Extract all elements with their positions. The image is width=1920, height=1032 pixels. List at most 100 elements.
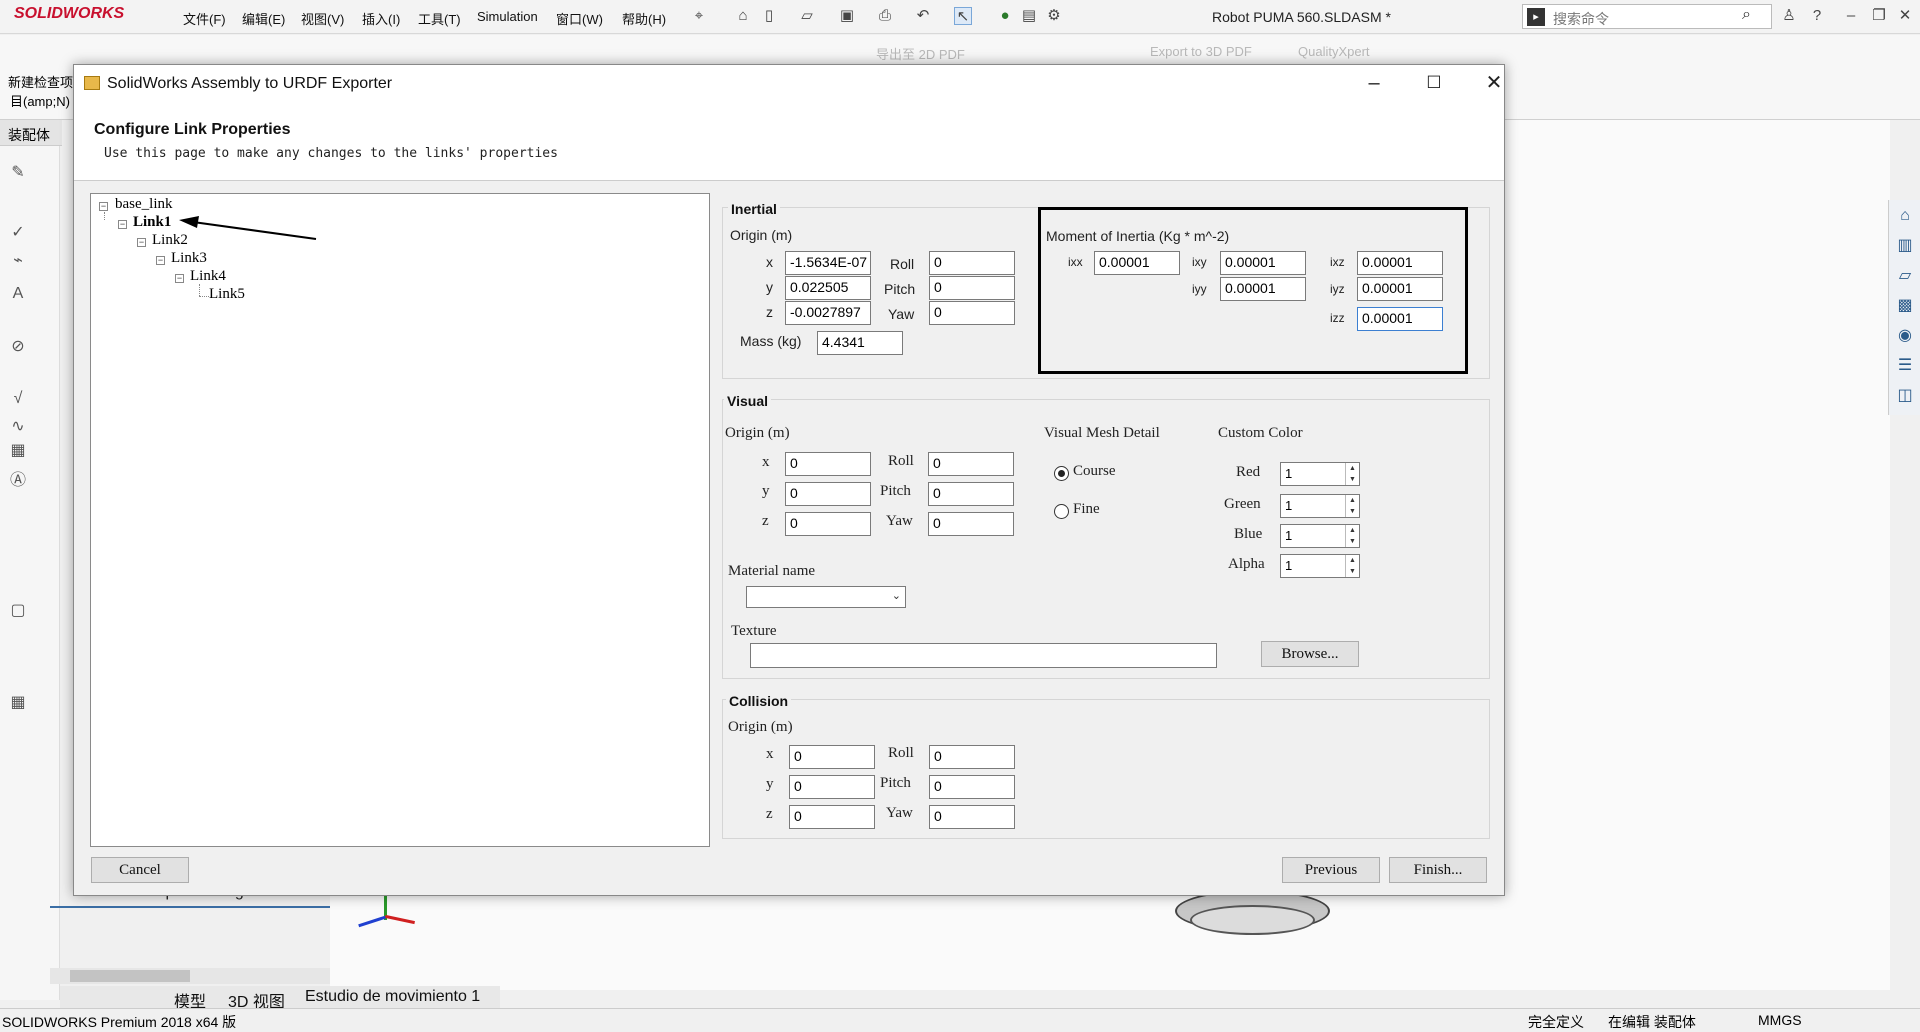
course-radio[interactable] bbox=[1054, 466, 1069, 481]
search-commands[interactable]: ▸ 搜索命令 ⌕ bbox=[1522, 4, 1772, 29]
file-explorer-icon[interactable]: ▱ bbox=[1893, 264, 1917, 288]
note-icon[interactable]: ▢ bbox=[8, 600, 28, 620]
new-check-label[interactable]: 新建检查项 bbox=[8, 72, 73, 91]
dialog-maximize-icon[interactable]: ☐ bbox=[1414, 71, 1454, 95]
table-icon[interactable]: ▦ bbox=[8, 692, 28, 712]
file-properties-icon[interactable]: ▤ bbox=[1020, 7, 1038, 25]
previous-button[interactable]: Previous bbox=[1282, 857, 1380, 883]
table-small-icon[interactable]: ▦ bbox=[8, 440, 28, 460]
menu-file[interactable]: 文件(F) bbox=[183, 9, 226, 28]
restore-icon[interactable]: ❐ bbox=[1870, 7, 1888, 25]
tree-node-link4[interactable]: Link4 bbox=[190, 268, 226, 285]
red-spin-arrows[interactable]: ▲ ▼ bbox=[1345, 463, 1359, 485]
print-icon[interactable]: ⎙ bbox=[876, 7, 894, 25]
collision-pitch-field[interactable]: 0 bbox=[929, 775, 1015, 799]
ixz-field[interactable]: 0.00001 bbox=[1357, 251, 1443, 275]
inertial-y-field[interactable]: 0.022505 bbox=[785, 276, 871, 300]
inertial-roll-field[interactable]: 0 bbox=[929, 251, 1015, 275]
collapse-link3-icon[interactable]: − bbox=[156, 256, 165, 265]
tree-node-link1[interactable]: Link1 bbox=[133, 214, 171, 231]
solidworks-logo[interactable]: SOLIDWORKS bbox=[14, 5, 124, 23]
menu-help[interactable]: 帮助(H) bbox=[622, 9, 666, 28]
visual-x-field[interactable]: 0 bbox=[785, 452, 871, 476]
collapse-link4-icon[interactable]: − bbox=[175, 274, 184, 283]
link-tree[interactable]: − base_link − Link1 − Link2 − Link3 − Li… bbox=[90, 193, 710, 847]
units-status[interactable]: MMGS bbox=[1758, 1012, 1802, 1028]
menu-edit[interactable]: 编辑(E) bbox=[242, 9, 285, 28]
browse-button[interactable]: Browse... bbox=[1261, 641, 1359, 667]
text-icon[interactable]: A bbox=[8, 285, 28, 305]
texture-field[interactable] bbox=[750, 643, 1217, 668]
collision-x-field[interactable]: 0 bbox=[789, 745, 875, 769]
inertial-pitch-field[interactable]: 0 bbox=[929, 276, 1015, 300]
visual-roll-field[interactable]: 0 bbox=[928, 452, 1014, 476]
appearances-icon[interactable]: ◉ bbox=[1893, 324, 1917, 348]
collapse-link2-icon[interactable]: − bbox=[137, 238, 146, 247]
forum-icon[interactable]: ◫ bbox=[1893, 384, 1917, 408]
qualityxpert-button[interactable]: QualityXpert bbox=[1298, 44, 1370, 59]
tree-node-link3[interactable]: Link3 bbox=[171, 250, 207, 267]
undo-icon[interactable]: ↶ bbox=[914, 7, 932, 25]
menu-insert[interactable]: 插入(I) bbox=[362, 9, 400, 28]
finish-button[interactable]: Finish... bbox=[1389, 857, 1487, 883]
home-pane-icon[interactable]: ⌂ bbox=[1893, 204, 1917, 228]
collision-roll-field[interactable]: 0 bbox=[929, 745, 1015, 769]
menu-tools[interactable]: 工具(T) bbox=[418, 9, 461, 28]
measure-icon[interactable]: ⊘ bbox=[8, 336, 28, 356]
tree-node-base-link[interactable]: base_link bbox=[115, 196, 173, 213]
inertial-z-field[interactable]: -0.0027897 bbox=[785, 301, 871, 325]
open-icon[interactable]: ▱ bbox=[798, 7, 816, 25]
curve-icon[interactable]: ∿ bbox=[8, 416, 28, 436]
collision-z-field[interactable]: 0 bbox=[789, 805, 875, 829]
design-library-icon[interactable]: ▥ bbox=[1893, 234, 1917, 258]
select-icon[interactable]: ↖ bbox=[954, 7, 972, 25]
check-icon[interactable]: √ bbox=[8, 390, 28, 410]
custom-properties-icon[interactable]: ☰ bbox=[1893, 354, 1917, 378]
green-spin-arrows[interactable]: ▲ ▼ bbox=[1345, 495, 1359, 517]
collision-y-field[interactable]: 0 bbox=[789, 775, 875, 799]
minimize-icon[interactable]: – bbox=[1842, 7, 1860, 25]
save-icon[interactable]: ▣ bbox=[838, 7, 856, 25]
visual-y-field[interactable]: 0 bbox=[785, 482, 871, 506]
material-dropdown[interactable]: ⌄ bbox=[746, 586, 906, 608]
search-icon[interactable]: ⌕ bbox=[1742, 6, 1751, 24]
menu-simulation[interactable]: Simulation bbox=[477, 9, 538, 24]
collapse-base-link-icon[interactable]: − bbox=[99, 202, 108, 211]
home-icon[interactable]: ⌂ bbox=[734, 7, 752, 25]
dialog-minimize-icon[interactable]: – bbox=[1354, 71, 1394, 95]
sketch-icon[interactable]: ✎ bbox=[8, 162, 28, 182]
visual-z-field[interactable]: 0 bbox=[785, 512, 871, 536]
options-gear-icon[interactable]: ⚙ bbox=[1045, 7, 1063, 25]
user-icon[interactable]: ♙ bbox=[1780, 7, 1798, 25]
inertial-x-field[interactable]: -1.5634E-07 bbox=[785, 251, 871, 275]
blue-spin-arrows[interactable]: ▲ ▼ bbox=[1345, 525, 1359, 547]
view-palette-icon[interactable]: ▩ bbox=[1893, 294, 1917, 318]
tab-assembly[interactable]: 装配体 bbox=[0, 120, 62, 146]
iyy-field[interactable]: 0.00001 bbox=[1220, 277, 1306, 301]
tab-motion-study[interactable]: Estudio de movimiento 1 bbox=[305, 988, 480, 1006]
horizontal-scrollbar[interactable] bbox=[50, 968, 330, 984]
pin-icon[interactable]: ⌖ bbox=[690, 7, 708, 25]
alpha-spin-arrows[interactable]: ▲ ▼ bbox=[1345, 555, 1359, 577]
alpha-spinner[interactable]: 1 ▲ ▼ bbox=[1280, 554, 1360, 578]
menu-window[interactable]: 窗口(W) bbox=[556, 9, 603, 28]
close-icon[interactable]: ✕ bbox=[1896, 7, 1914, 25]
cancel-button[interactable]: Cancel bbox=[91, 857, 189, 883]
iyz-field[interactable]: 0.00001 bbox=[1357, 277, 1443, 301]
mass-field[interactable]: 4.4341 bbox=[817, 331, 903, 355]
collapse-link1-icon[interactable]: − bbox=[118, 220, 127, 229]
export-2d-pdf-button[interactable]: 导出至 2D PDF bbox=[876, 44, 965, 63]
dialog-close-icon[interactable]: ✕ bbox=[1474, 71, 1514, 95]
collision-yaw-field[interactable]: 0 bbox=[929, 805, 1015, 829]
izz-field[interactable]: 0.00001 bbox=[1357, 307, 1443, 331]
annotation-icon[interactable]: Ⓐ bbox=[8, 466, 28, 489]
fine-radio[interactable] bbox=[1054, 504, 1069, 519]
tree-node-link5[interactable]: Link5 bbox=[209, 286, 245, 303]
visual-pitch-field[interactable]: 0 bbox=[928, 482, 1014, 506]
inertial-yaw-field[interactable]: 0 bbox=[929, 301, 1015, 325]
menu-view[interactable]: 视图(V) bbox=[301, 9, 344, 28]
spell-check-icon[interactable]: ✓ bbox=[8, 222, 28, 242]
red-spinner[interactable]: 1 ▲ ▼ bbox=[1280, 462, 1360, 486]
ixx-field[interactable]: 0.00001 bbox=[1094, 251, 1180, 275]
visual-yaw-field[interactable]: 0 bbox=[928, 512, 1014, 536]
